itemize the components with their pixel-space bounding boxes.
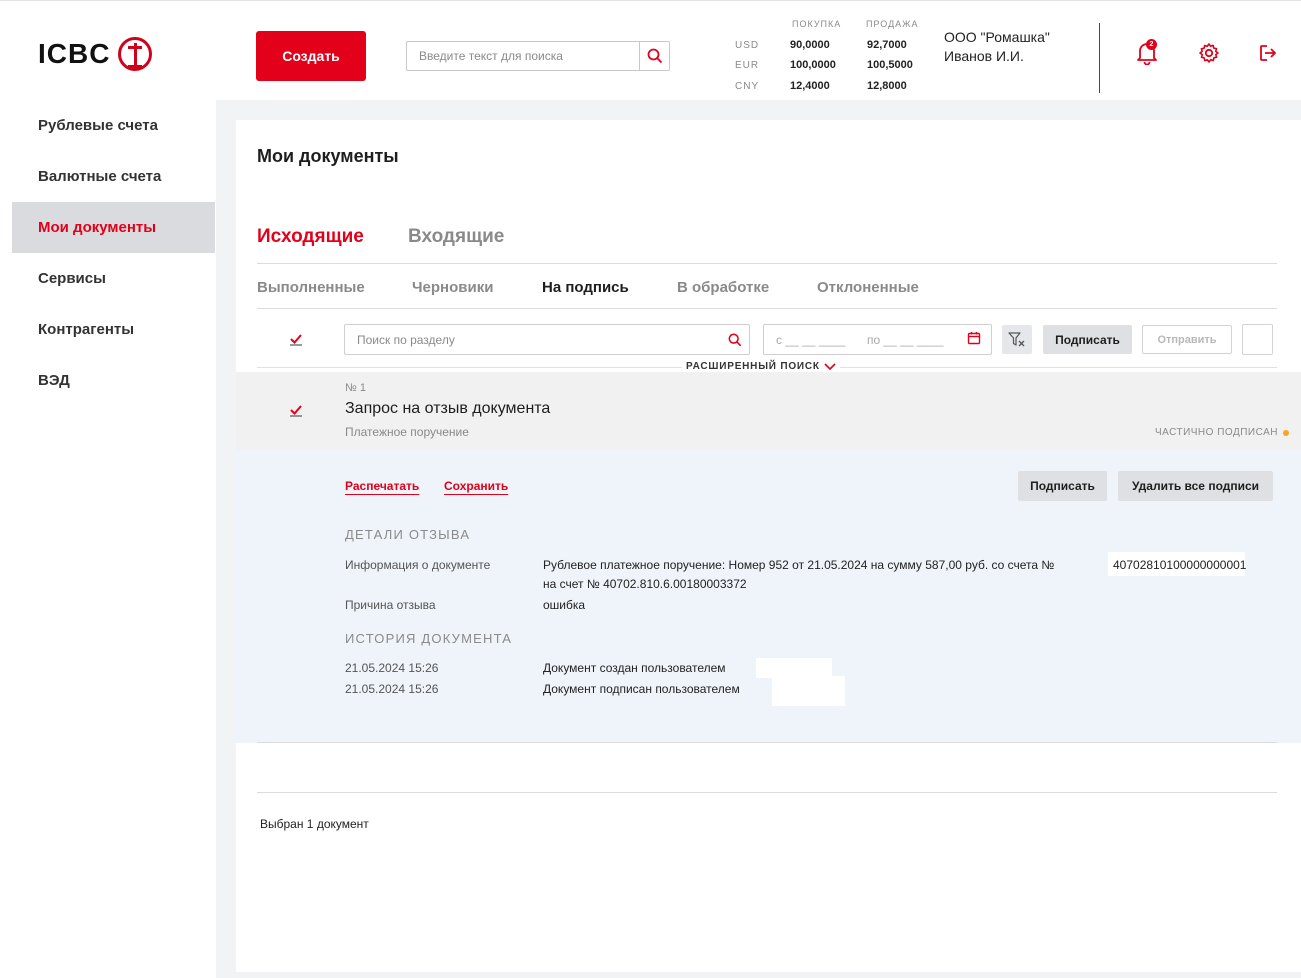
status-label: ЧАСТИЧНО ПОДПИСАН: [1154, 427, 1278, 438]
save-link[interactable]: Сохранить: [444, 479, 508, 493]
create-button[interactable]: Создать: [256, 31, 366, 81]
history-date: 21.05.2024 15:26: [345, 661, 439, 675]
search-icon[interactable]: [721, 333, 749, 347]
rates-buy-header: ПОКУПКА: [792, 19, 842, 29]
sign-button[interactable]: Подписать: [1018, 471, 1107, 501]
icbc-logo[interactable]: ICBC: [38, 37, 153, 71]
document-details: Распечатать Сохранить Подписать Удалить …: [236, 450, 1301, 743]
date-from[interactable]: с __ __ ____: [776, 333, 845, 347]
notifications-badge: 2: [1146, 39, 1157, 50]
sidebar-item-my-documents[interactable]: Мои документы: [12, 202, 215, 253]
document-checkbox[interactable]: [288, 402, 304, 418]
history-date: 21.05.2024 15:26: [345, 682, 439, 696]
subtab-processing[interactable]: В обработке: [677, 279, 769, 296]
logout-icon[interactable]: [1256, 41, 1280, 65]
document-title[interactable]: Запрос на отзыв документа: [345, 400, 550, 418]
page-title: Мои документы: [257, 146, 399, 166]
global-search-input[interactable]: [407, 43, 639, 69]
info-value-line2: на счет № 40702.810.6.00180003372: [543, 577, 747, 591]
history-text: Документ подписан пользователем: [543, 682, 740, 696]
reason-value: ошибка: [543, 598, 586, 612]
date-to[interactable]: по __ __ ____: [867, 333, 944, 347]
rate-buy: 90,0000: [790, 39, 830, 51]
tab-outgoing[interactable]: Исходящие: [257, 226, 364, 248]
rate-currency: CNY: [735, 81, 760, 92]
reason-label: Причина отзыва: [345, 598, 436, 612]
user-name: Иванов И.И.: [944, 48, 1024, 64]
sidebar-item-ved[interactable]: ВЭД: [12, 355, 215, 406]
rate-currency: USD: [735, 40, 760, 51]
settings-gear-icon[interactable]: [1197, 41, 1221, 65]
details-heading: ДЕТАЛИ ОТЗЫВА: [345, 527, 471, 542]
subtab-rejected[interactable]: Отклоненные: [817, 279, 919, 296]
subtab-drafts[interactable]: Черновики: [412, 279, 493, 296]
icbc-logo-icon: [118, 37, 153, 71]
redacted-user: [756, 658, 832, 678]
document-number: № 1: [345, 382, 366, 394]
select-all-checkbox[interactable]: [288, 331, 304, 347]
divider: [257, 792, 1277, 793]
subtab-completed[interactable]: Выполненные: [257, 279, 365, 296]
selected-count: Выбран 1 документ: [260, 817, 369, 831]
rates-sell-header: ПРОДАЖА: [866, 19, 919, 29]
subtab-to-sign[interactable]: На подпись: [542, 279, 629, 296]
date-range-picker[interactable]: с __ __ ____ по __ __ ____: [763, 324, 992, 355]
history-heading: ИСТОРИЯ ДОКУМЕНТА: [345, 631, 513, 646]
print-link[interactable]: Распечатать: [345, 479, 419, 493]
status-dot-icon: [1283, 429, 1289, 436]
sidebar-item-services[interactable]: Сервисы: [12, 253, 215, 304]
delete-all-signatures-button[interactable]: Удалить все подписи: [1118, 471, 1273, 501]
rate-currency: EUR: [735, 60, 760, 71]
section-search-input[interactable]: [345, 326, 721, 353]
section-search: [344, 324, 750, 355]
history-text: Документ создан пользователем: [543, 661, 726, 675]
status-badge: ЧАСТИЧНО ПОДПИСАН: [1155, 427, 1289, 438]
rate-buy: 12,4000: [790, 80, 830, 92]
send-button[interactable]: Отправить: [1142, 325, 1232, 354]
sidebar-item-currency-accounts[interactable]: Валютные счета: [12, 151, 215, 202]
advanced-search-label: РАСШИРЕННЫЙ ПОИСК: [686, 361, 820, 372]
rate-buy: 100,0000: [790, 59, 836, 71]
more-options-button[interactable]: [1242, 324, 1273, 355]
sidebar: Рублевые счета Валютные счета Мои докуме…: [0, 100, 216, 978]
rate-sell: 12,8000: [867, 80, 907, 92]
advanced-search-toggle[interactable]: РАСШИРЕННЫЙ ПОИСК: [682, 361, 840, 372]
document-type: Платежное поручение: [345, 425, 469, 439]
chevron-down-icon: [824, 362, 836, 370]
account-from: 40702810100000000001: [1108, 552, 1246, 576]
sidebar-item-ruble-accounts[interactable]: Рублевые счета: [12, 100, 215, 151]
info-label: Информация о документе: [345, 558, 491, 572]
logo-text: ICBC: [38, 38, 111, 69]
sidebar-item-counterparties[interactable]: Контрагенты: [12, 304, 215, 355]
clear-filter-icon[interactable]: [1002, 325, 1032, 354]
divider: [257, 263, 1277, 264]
user-info[interactable]: ООО "Ромашка" Иванов И.И.: [944, 28, 1050, 66]
notifications-bell-icon[interactable]: 2: [1135, 39, 1159, 65]
main-content: Мои документы Исходящие Входящие Выполне…: [236, 120, 1301, 972]
sign-selected-button[interactable]: Подписать: [1043, 325, 1132, 354]
rate-sell: 92,7000: [867, 39, 907, 51]
table-row[interactable]: № 1 Запрос на отзыв документа Платежное …: [236, 372, 1301, 450]
search-icon[interactable]: [639, 42, 669, 70]
header: ICBC Создать ПОКУПКА ПРОДАЖА USD 90,0000…: [0, 0, 1301, 100]
org-name: ООО "Ромашка": [944, 29, 1050, 45]
redacted-user: [772, 676, 845, 706]
global-search: [406, 41, 670, 71]
tab-incoming[interactable]: Входящие: [408, 226, 504, 248]
divider: [257, 742, 1277, 743]
calendar-icon[interactable]: [967, 331, 981, 348]
divider: [257, 308, 1277, 309]
info-value: Рублевое платежное поручение: Номер 952 …: [543, 558, 1055, 572]
rate-sell: 100,5000: [867, 59, 913, 71]
header-divider: [1099, 23, 1100, 93]
